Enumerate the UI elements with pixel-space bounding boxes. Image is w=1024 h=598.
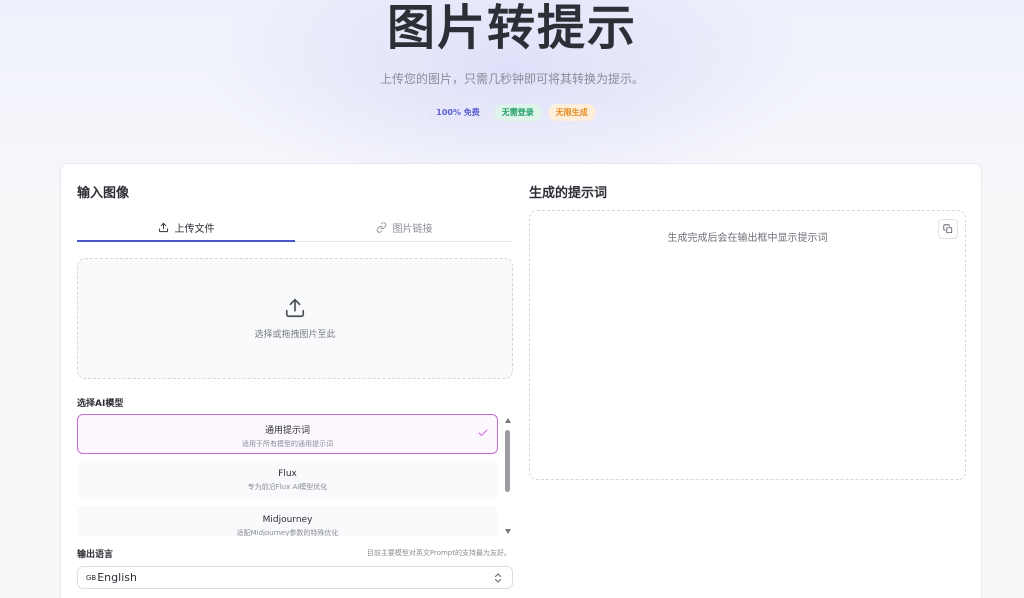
model-option-desc: 专为前沿Flux AI模型优化 — [247, 483, 328, 491]
model-option-name: 通用提示词 — [264, 426, 310, 436]
input-tabs: 上传文件 图片链接 — [77, 214, 513, 242]
upload-icon — [285, 298, 305, 318]
scrollbar-thumb[interactable] — [505, 430, 510, 492]
copy-icon — [943, 224, 953, 234]
check-icon — [478, 429, 488, 436]
tab-image-link-label: 图片链接 — [392, 224, 433, 235]
output-language-note: 目前主要模型对英文Prompt的支持最为友好。 — [366, 549, 511, 557]
tab-upload-file-label: 上传文件 — [174, 224, 215, 235]
upload-icon — [158, 222, 168, 233]
image-dropzone[interactable]: 选择或拖拽图片至此 — [77, 258, 513, 379]
input-section-title: 输入图像 — [77, 186, 130, 201]
tab-upload-file[interactable]: 上传文件 — [77, 214, 295, 242]
model-option-general[interactable]: 通用提示词 适用于所有模型的通用提示词 — [77, 414, 498, 454]
model-option-midjourney[interactable]: Midjourney 适配Midjourney参数的特殊优化 — [77, 506, 498, 536]
output-language-value: English — [97, 571, 137, 584]
link-icon — [376, 222, 386, 233]
output-section-title: 生成的提示词 — [529, 186, 608, 201]
scroll-up-arrow-icon[interactable] — [505, 418, 511, 423]
dropzone-text: 选择或拖拽图片至此 — [254, 330, 336, 340]
badge-no-login: 无需登录 — [493, 104, 542, 121]
output-language-label: 输出语言 — [77, 550, 114, 560]
model-option-name: Midjourney — [262, 515, 313, 525]
model-list-scrollbar[interactable] — [504, 418, 512, 534]
model-option-name: Flux — [278, 469, 297, 479]
scroll-down-arrow-icon[interactable] — [505, 529, 511, 534]
output-language-select[interactable]: GB English — [77, 566, 513, 589]
badge-unlimited: 无限生成 — [547, 104, 596, 121]
page-subtitle: 上传您的图片，只需几秒钟即可将其转换为提示。 — [379, 72, 644, 86]
model-option-flux[interactable]: Flux 专为前沿Flux AI模型优化 — [77, 460, 498, 500]
model-option-desc: 适配Midjourney参数的特殊优化 — [236, 529, 339, 536]
tab-image-link[interactable]: 图片链接 — [295, 214, 513, 241]
chevron-up-down-icon — [494, 573, 502, 583]
model-select-label: 选择AI模型 — [77, 399, 124, 409]
model-option-desc: 适用于所有模型的通用提示词 — [242, 440, 333, 448]
page-title: 图片转提示 — [386, 0, 637, 56]
flag-icon: GB — [86, 573, 97, 582]
output-placeholder: 生成完成后会在输出框中显示提示词 — [667, 233, 828, 244]
feature-badges: 100% 免费 无需登录 无限生成 — [0, 104, 1024, 121]
model-list: 通用提示词 适用于所有模型的通用提示词 Flux 专为前沿Flux AI模型优化… — [77, 414, 499, 536]
copy-button[interactable] — [938, 219, 958, 239]
main-card: 输入图像 上传文件 图片链接 选择或拖拽图片至此 选择AI模型 通用提示词 适用… — [60, 163, 982, 598]
badge-free: 100% 免费 — [428, 104, 488, 121]
prompt-output-box[interactable]: 生成完成后会在输出框中显示提示词 — [529, 210, 966, 480]
